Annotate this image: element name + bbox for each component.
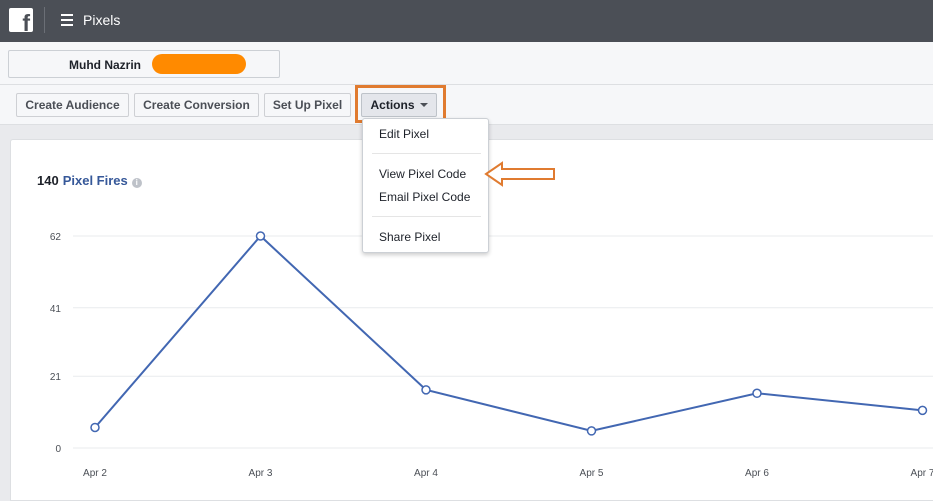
data-point[interactable] (586, 426, 597, 436)
x-tick-label: Apr 5 (580, 468, 604, 479)
menu-item-view-pixel-code[interactable]: View Pixel Code (379, 167, 466, 181)
y-tick-label: 62 (50, 232, 62, 243)
data-point[interactable] (917, 405, 928, 416)
menu-item-email-pixel-code[interactable]: Email Pixel Code (379, 190, 470, 204)
x-tick-label: Apr 4 (414, 468, 438, 479)
menu-item-edit-pixel[interactable]: Edit Pixel (379, 127, 429, 141)
data-point[interactable] (90, 422, 100, 433)
actions-dropdown-menu: Edit Pixel View Pixel Code Email Pixel C… (362, 118, 489, 253)
series-line (94, 234, 923, 432)
x-tick-label: Apr 7 (911, 468, 933, 479)
data-point[interactable] (421, 385, 431, 395)
menu-divider (372, 153, 481, 154)
y-tick-label: 21 (50, 372, 62, 383)
data-point[interactable] (255, 231, 266, 241)
y-tick-label: 41 (50, 304, 62, 315)
x-tick-label: Apr 6 (745, 468, 769, 479)
x-tick-label: Apr 3 (249, 468, 273, 479)
x-tick-label: Apr 2 (83, 468, 107, 479)
menu-divider (372, 216, 481, 217)
data-point[interactable] (752, 388, 762, 399)
arrow-left-icon (484, 161, 555, 187)
y-tick-label: 0 (55, 444, 61, 455)
menu-item-share-pixel[interactable]: Share Pixel (379, 230, 440, 244)
